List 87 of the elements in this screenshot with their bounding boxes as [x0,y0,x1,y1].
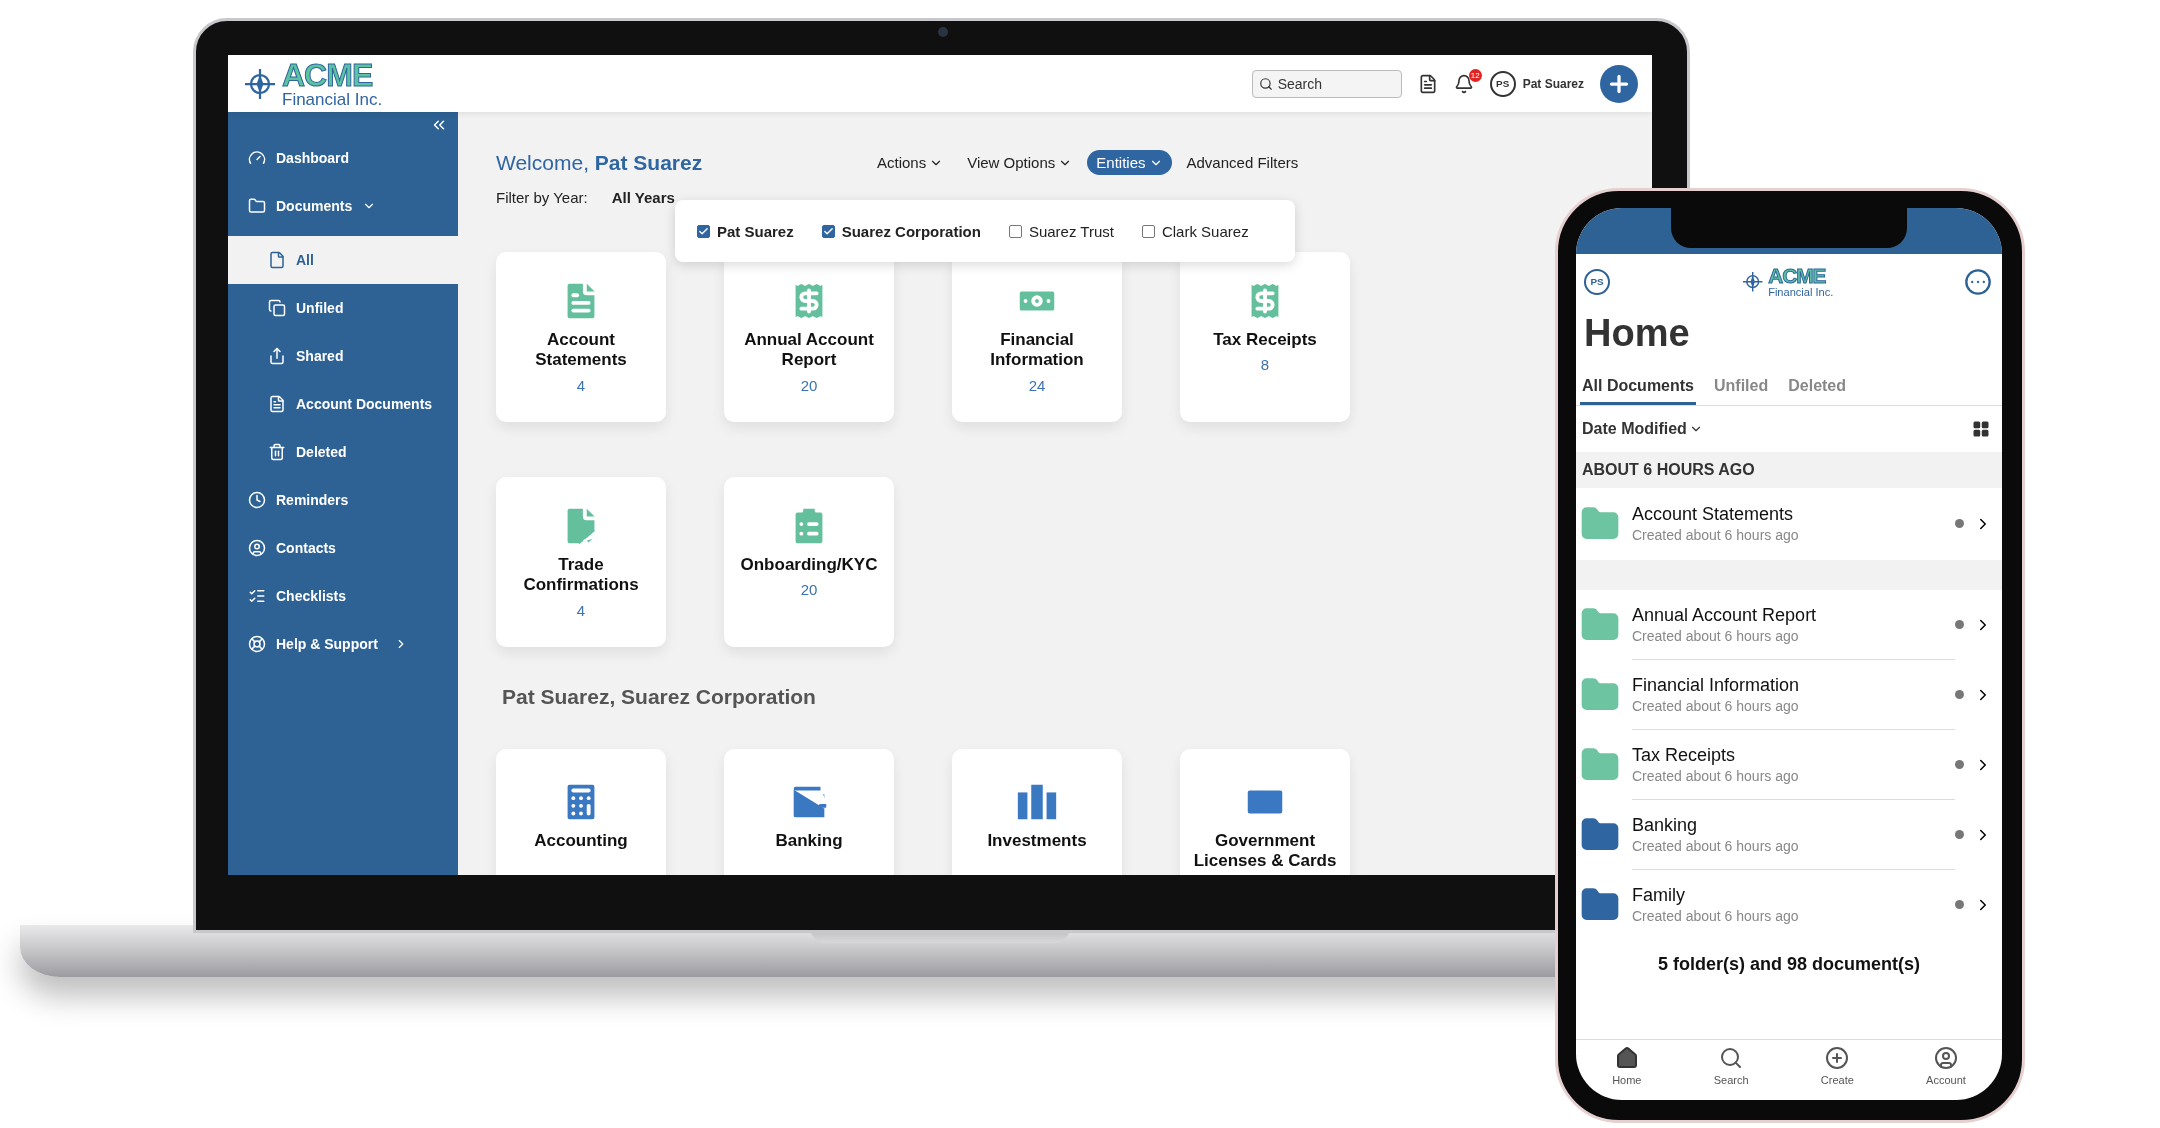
plus-circle-icon [1825,1046,1850,1070]
logo-wordmark: ACME [282,59,374,91]
folder-card[interactable]: Accounting [496,749,666,875]
more-icon[interactable] [1964,267,1992,296]
checkbox[interactable] [1008,224,1022,238]
sidebar-item[interactable]: Checklists [228,572,458,620]
logo-tagline: Financial Inc. [1768,286,1834,298]
folder-card[interactable]: Trade Confirmations 4 [496,477,666,647]
tab[interactable]: All Documents [1580,372,1696,405]
folder-row[interactable]: Banking Created about 6 hours ago [1576,799,2002,870]
toolbar-menu-button[interactable]: Actions [868,150,953,175]
sidebar-item[interactable]: Deleted [228,428,458,476]
user-menu[interactable]: PS Pat Suarez [1489,70,1584,97]
lifebuoy-icon [248,635,266,653]
folder-card[interactable]: Onboarding/KYC 20 [724,477,894,647]
filter-label: Filter by Year: [496,189,588,206]
group-header: ABOUT 6 HOURS AGO [1576,451,2002,488]
sidebar-item[interactable]: Account Documents [228,380,458,428]
sidebar-item[interactable]: Shared [228,332,458,380]
sidebar-item[interactable]: Unfiled [228,284,458,332]
sidebar-item[interactable]: Contacts [228,524,458,572]
compass-logo-icon [1740,270,1765,294]
checkbox[interactable] [821,224,835,238]
logo-wordmark: ACME [1768,266,1827,287]
folder-card[interactable]: Account Statements 4 [496,252,666,422]
summary-text: 5 folder(s) and 98 document(s) [1657,953,1920,975]
sidebar-item[interactable]: Help & Support [228,620,458,668]
folder-row[interactable]: Financial Information Created about 6 hours ago [1576,659,2002,730]
user-circle-icon [1934,1046,1958,1070]
status-dot-icon [1955,690,1964,700]
toolbar-menu-button[interactable]: Entities [1087,150,1172,175]
grid-view-icon[interactable] [1972,419,1990,438]
folder-row[interactable]: Account Statements Created about 6 hours ago [1576,487,2002,560]
checkbox[interactable] [697,224,710,238]
file-icon [268,251,286,269]
status-dot-icon [1955,519,1964,529]
toolbar-menu-button[interactable]: Advanced Filters [1177,150,1308,175]
sidebar-item[interactable]: Reminders [228,476,458,524]
sidebar-item[interactable]: Documents [228,182,458,230]
welcome-heading: Welcome, Pat Suarez [496,150,704,175]
copy-icon [268,299,286,317]
avatar[interactable]: PS [1584,268,1610,295]
logo-tagline: Financial Inc. [282,91,383,108]
folder-row[interactable]: Family Created about 6 hours ago [1576,869,2002,940]
clock-icon [248,491,266,509]
entity-option[interactable]: Clark Suarez [1141,222,1249,240]
sidebar-item[interactable]: All [228,236,458,284]
nav-button[interactable]: Create [1820,1046,1854,1086]
nav-button[interactable]: Account [1926,1046,1966,1086]
add-button[interactable] [1600,64,1638,103]
folder-card[interactable]: Banking [724,749,894,875]
search-icon [1258,76,1273,91]
trash-icon [268,443,286,461]
page-title: Home [1583,310,1691,355]
section-heading: Pat Suarez, Suarez Corporation [502,685,816,709]
share-icon [268,347,286,365]
folder-card[interactable]: Tax Receipts 8 [1180,252,1350,422]
status-dot-icon [1955,760,1964,770]
nav-button[interactable]: Search [1713,1046,1749,1086]
year-filter[interactable]: All Years [611,189,675,206]
home-icon [1614,1046,1639,1070]
folder-card[interactable]: Investments [952,749,1122,875]
checkbox[interactable] [1141,224,1155,238]
folder-card[interactable]: Government Licenses & Cards [1180,749,1350,875]
nav-button[interactable]: Home [1612,1046,1642,1086]
toolbar-menu-button[interactable]: View Options [958,150,1082,175]
entity-option[interactable]: Suarez Trust [1008,222,1114,240]
sort-dropdown[interactable]: Date Modified [1582,419,1703,438]
folder-row[interactable]: Tax Receipts Created about 6 hours ago [1576,729,2002,800]
entity-option[interactable]: Suarez Corporation [821,222,981,240]
entity-option[interactable]: Pat Suarez [697,222,794,240]
status-dot-icon [1955,900,1964,910]
folder-row[interactable]: Annual Account Report Created about 6 hours ago [1576,589,2002,660]
user-circle-icon [248,539,266,557]
gauge-icon [248,149,266,167]
checklist-icon [248,587,266,605]
folder-icon [248,197,266,215]
document-icon [268,395,286,413]
tab[interactable]: Deleted [1786,372,1849,405]
camera-icon [938,27,948,37]
search-icon [1719,1046,1744,1070]
search-field[interactable]: Search [1251,69,1402,98]
sidebar-item[interactable]: Dashboard [228,134,458,182]
status-dot-icon [1955,620,1964,630]
notification-badge: 12 [1468,68,1482,82]
status-dot-icon [1955,830,1964,840]
tab[interactable]: Unfiled [1712,372,1771,405]
